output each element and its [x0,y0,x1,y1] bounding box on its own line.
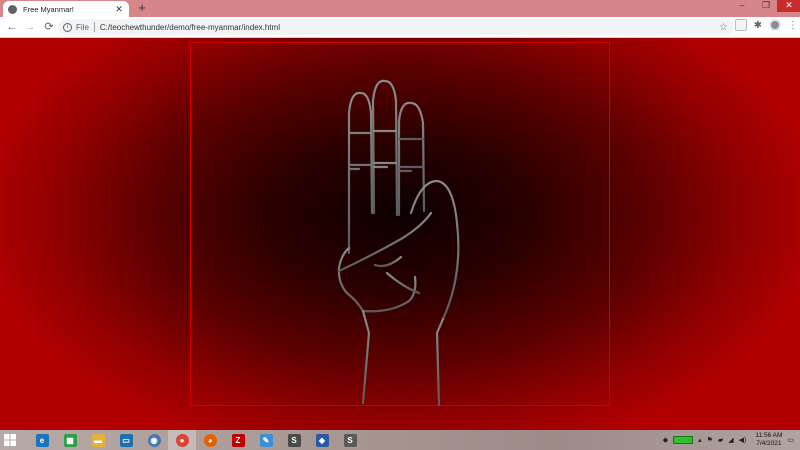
chrome-icon: ● [175,433,189,447]
taskbar-app-vpn-shield[interactable]: ◈ [308,430,336,450]
menu-kebab-icon[interactable]: ⋮ [788,20,798,31]
pinned-apps: e ▦ ▬ ▭ ◉ ● ◕ Z ✎ S ◈ S [28,430,364,450]
clock-time: 11:56 AM [755,432,783,439]
windows-logo-icon [4,434,16,446]
tab-title: Free Myanmar! [23,4,74,14]
address-bar[interactable]: i File C:/teochewthunder/demo/free-myanm… [58,19,734,35]
vpn-shield-icon: ◈ [315,433,329,447]
taskbar-app-sublime-merge[interactable]: S [336,430,364,450]
battery-icon[interactable] [673,436,694,444]
forward-arrow-icon[interactable]: → [22,19,38,35]
tab-free-myanmar[interactable]: Free Myanmar! ✕ [3,1,129,17]
network-globe-icon: ◉ [147,433,161,447]
tab-strip: Free Myanmar! ✕ + – ❐ ✕ [0,0,800,17]
flag-icon[interactable]: ⚑ [707,436,713,444]
address-divider [93,22,95,32]
three-finger-salute-hand-icon [337,79,460,407]
page-viewport [0,38,800,430]
taskbar-app-filezilla[interactable]: Z [224,430,252,450]
taskbar-app-store[interactable]: ▦ [56,430,84,450]
taskbar-app-notepad[interactable]: ✎ [252,430,280,450]
internet-explorer-icon: e [35,433,49,447]
url-text[interactable]: C:/teochewthunder/demo/free-myanmar/inde… [100,23,719,32]
minimize-window-button[interactable]: – [730,0,754,12]
system-tray: ◆ ▴ ⚑ ▰ ◢ ◀) 11:56 AM 7/4/2021 ▭ [663,430,800,450]
store-icon: ▦ [63,433,77,447]
windows-taskbar: e ▦ ▬ ▭ ◉ ● ◕ Z ✎ S ◈ S ◆ ▴ ⚑ ▰ ◢ ◀) 11:56 AM 7/4/2… [0,430,800,450]
browser-toolbar: ← → ⟳ i File C:/teochewthunder/demo/free… [0,17,800,38]
file-explorer-icon: ▬ [91,433,105,447]
network-icon[interactable]: ▰ [718,436,723,444]
extension-icon[interactable] [734,19,747,31]
profile-avatar-icon[interactable] [769,19,781,31]
filezilla-icon: Z [231,433,245,447]
sublime-text-icon: S [287,433,301,447]
taskbar-app-file-explorer[interactable]: ▬ [84,430,112,450]
signal-icon[interactable]: ◢ [728,436,733,444]
red-border-frame [190,42,610,407]
bookmark-star-icon[interactable]: ☆ [719,22,728,33]
taskbar-app-remote-desktop[interactable]: ▭ [112,430,140,450]
clock-date: 7/4/2021 [756,440,782,447]
taskbar-app-sublime-text[interactable]: S [280,430,308,450]
taskbar-app-chrome[interactable]: ● [168,430,196,450]
taskbar-app-firefox[interactable]: ◕ [196,430,224,450]
maximize-window-button[interactable]: ❐ [754,0,778,12]
taskbar-app-internet-explorer[interactable]: e [28,430,56,450]
remote-desktop-icon: ▭ [119,433,133,447]
notification-icon[interactable]: ▭ [787,436,794,444]
chevron-up-icon[interactable]: ▴ [698,436,702,444]
close-tab-icon[interactable]: ✕ [114,4,124,15]
scheme-label: File [76,22,89,32]
globe-icon [8,4,17,14]
toolbar-actions: ✱ ⋮ [734,19,798,31]
extensions-puzzle-icon[interactable]: ✱ [754,20,762,31]
firefox-icon: ◕ [203,433,217,447]
shield-icon[interactable]: ◆ [663,436,668,444]
volume-icon[interactable]: ◀) [739,436,747,444]
reload-icon[interactable]: ⟳ [41,19,57,35]
taskbar-app-network-globe[interactable]: ◉ [140,430,168,450]
notepad-icon: ✎ [259,433,273,447]
sublime-merge-icon: S [343,433,357,447]
new-tab-button[interactable]: + [135,1,149,15]
close-window-button[interactable]: ✕ [777,0,800,12]
system-clock[interactable]: 11:56 AM 7/4/2021 [755,432,782,448]
start-button[interactable] [0,430,20,450]
info-icon[interactable]: i [63,22,72,32]
back-arrow-icon[interactable]: ← [4,19,20,35]
